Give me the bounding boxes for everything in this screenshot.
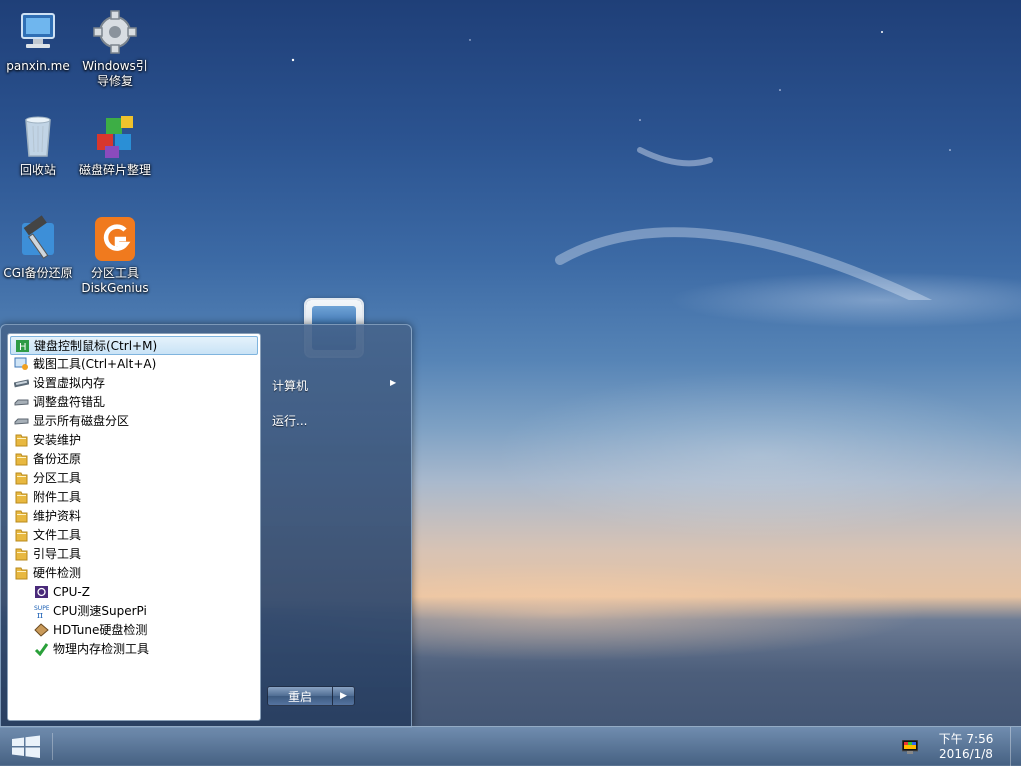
program-item[interactable]: 物理内存检测工具 — [10, 640, 258, 659]
program-item-label: 硬件检测 — [33, 566, 82, 580]
desktop-icon-label: 回收站 — [19, 163, 56, 177]
folder-icon — [14, 509, 29, 523]
computer-icon — [14, 8, 62, 56]
submenu-arrow-icon: ▶ — [390, 378, 397, 387]
program-item[interactable]: 显示所有磁盘分区 — [10, 412, 258, 431]
program-list: H 键盘控制鼠标(Ctrl+M) 截图工具(Ctrl+Alt+A) 设置虚拟内存 调整盘… — [7, 333, 261, 721]
memtest-icon — [34, 642, 49, 657]
program-item[interactable]: 分区工具 — [10, 469, 258, 488]
program-item[interactable]: 截图工具(Ctrl+Alt+A) — [10, 355, 258, 374]
start-button[interactable] — [4, 730, 48, 763]
cpuz-icon — [34, 585, 49, 599]
program-item-label: 键盘控制鼠标(Ctrl+M) — [34, 339, 158, 353]
wallpaper-stars — [291, 31, 951, 300]
program-item-label: 维护资料 — [33, 509, 82, 523]
show-desktop-button[interactable] — [1010, 727, 1021, 766]
desktop-icon-label: Windows引 导修复 — [82, 59, 148, 88]
program-item-label: 显示所有磁盘分区 — [33, 414, 130, 428]
program-item[interactable]: SUPERπCPU测速SuperPi — [10, 602, 258, 621]
svg-text:H: H — [19, 342, 27, 353]
menu-item-run[interactable]: 运行... — [272, 412, 307, 429]
menu-item-computer-label: 计算机 — [272, 379, 309, 393]
desktop-icon-panxin[interactable]: panxin.me — [0, 8, 76, 74]
desktop-icon-defrag[interactable]: 磁盘碎片整理 — [77, 112, 153, 178]
svg-text:π: π — [37, 611, 43, 618]
program-item[interactable]: H 键盘控制鼠标(Ctrl+M) — [10, 336, 258, 355]
program-item[interactable]: 硬件检测 — [10, 564, 258, 583]
program-item[interactable]: 维护资料 — [10, 507, 258, 526]
program-item-label: 设置虚拟内存 — [33, 376, 106, 390]
program-item-label: 安装维护 — [33, 433, 82, 447]
desktop-icon-recycle-bin[interactable]: 回收站 — [0, 112, 76, 178]
keyboard-mouse-icon: H — [15, 339, 30, 353]
folder-icon — [14, 433, 29, 447]
program-item[interactable]: 安装维护 — [10, 431, 258, 450]
folder-icon — [14, 471, 29, 485]
program-item-label: 备份还原 — [33, 452, 82, 466]
taskbar: 下午 7:56 2016/1/8 — [0, 726, 1021, 766]
drive-icon — [14, 395, 29, 409]
program-item-label: CPU-Z — [53, 585, 90, 599]
start-menu: H 键盘控制鼠标(Ctrl+M) 截图工具(Ctrl+Alt+A) 设置虚拟内存 调整盘… — [0, 324, 412, 728]
program-item[interactable]: CPU-Z — [10, 583, 258, 602]
desktop-icon-diskgenius[interactable]: 分区工具 DiskGenius — [77, 215, 153, 296]
program-item[interactable]: HDTune硬盘检测 — [10, 621, 258, 640]
program-item[interactable]: 备份还原 — [10, 450, 258, 469]
program-item-label: 分区工具 — [33, 471, 82, 485]
clock-time: 下午 7:56 — [938, 732, 994, 746]
system-clock[interactable]: 下午 7:56 2016/1/8 — [930, 732, 1002, 762]
diskgenius-icon — [91, 215, 139, 263]
program-item-label: 截图工具(Ctrl+Alt+A) — [33, 357, 157, 371]
memory-icon — [13, 376, 30, 390]
menu-item-run-label: 运行... — [272, 414, 308, 428]
gear-icon — [91, 8, 139, 56]
recycle-bin-icon — [14, 112, 62, 160]
desktop-icon-cgi-backup[interactable]: CGI备份还原 — [0, 215, 76, 281]
folder-icon — [14, 547, 29, 561]
superpi-icon: SUPERπ — [34, 604, 54, 621]
program-item-label: 调整盘符错乱 — [33, 395, 106, 409]
program-item-label: 物理内存检测工具 — [53, 642, 150, 656]
cgi-hammer-icon — [14, 215, 62, 263]
folder-icon — [14, 566, 29, 580]
clock-date: 2016/1/8 — [939, 747, 993, 761]
program-item[interactable]: 引导工具 — [10, 545, 258, 564]
desktop-icon-label: 分区工具 DiskGenius — [81, 266, 149, 295]
folder-icon — [14, 452, 29, 466]
windows-logo-icon — [12, 735, 40, 758]
program-item-label: 引导工具 — [33, 547, 82, 561]
drive-icon — [14, 414, 29, 428]
taskbar-separator — [52, 733, 53, 760]
desktop-icon-windows-boot-repair[interactable]: Windows引 导修复 — [77, 8, 153, 89]
screenshot-icon — [14, 357, 29, 371]
desktop-icon-label: 磁盘碎片整理 — [78, 163, 151, 177]
desktop-icon-label: CGI备份还原 — [3, 266, 73, 280]
hdtune-icon — [34, 623, 49, 637]
desktop-icon-label: panxin.me — [6, 59, 70, 73]
folder-icon — [14, 528, 29, 542]
folder-icon — [14, 490, 29, 504]
display-settings-tray-icon[interactable] — [901, 739, 919, 754]
program-item[interactable]: 调整盘符错乱 — [10, 393, 258, 412]
program-item-label: 附件工具 — [33, 490, 82, 504]
program-item-label: CPU测速SuperPi — [53, 604, 147, 618]
program-item[interactable]: 文件工具 — [10, 526, 258, 545]
program-item-label: HDTune硬盘检测 — [53, 623, 148, 637]
menu-item-computer[interactable]: 计算机 — [272, 377, 308, 394]
restart-button[interactable]: 重启 — [267, 686, 333, 706]
restart-options-button[interactable]: ▶ — [333, 686, 355, 706]
program-item[interactable]: 附件工具 — [10, 488, 258, 507]
program-item[interactable]: 设置虚拟内存 — [10, 374, 258, 393]
program-item-label: 文件工具 — [33, 528, 82, 542]
defrag-cubes-icon — [91, 112, 139, 160]
